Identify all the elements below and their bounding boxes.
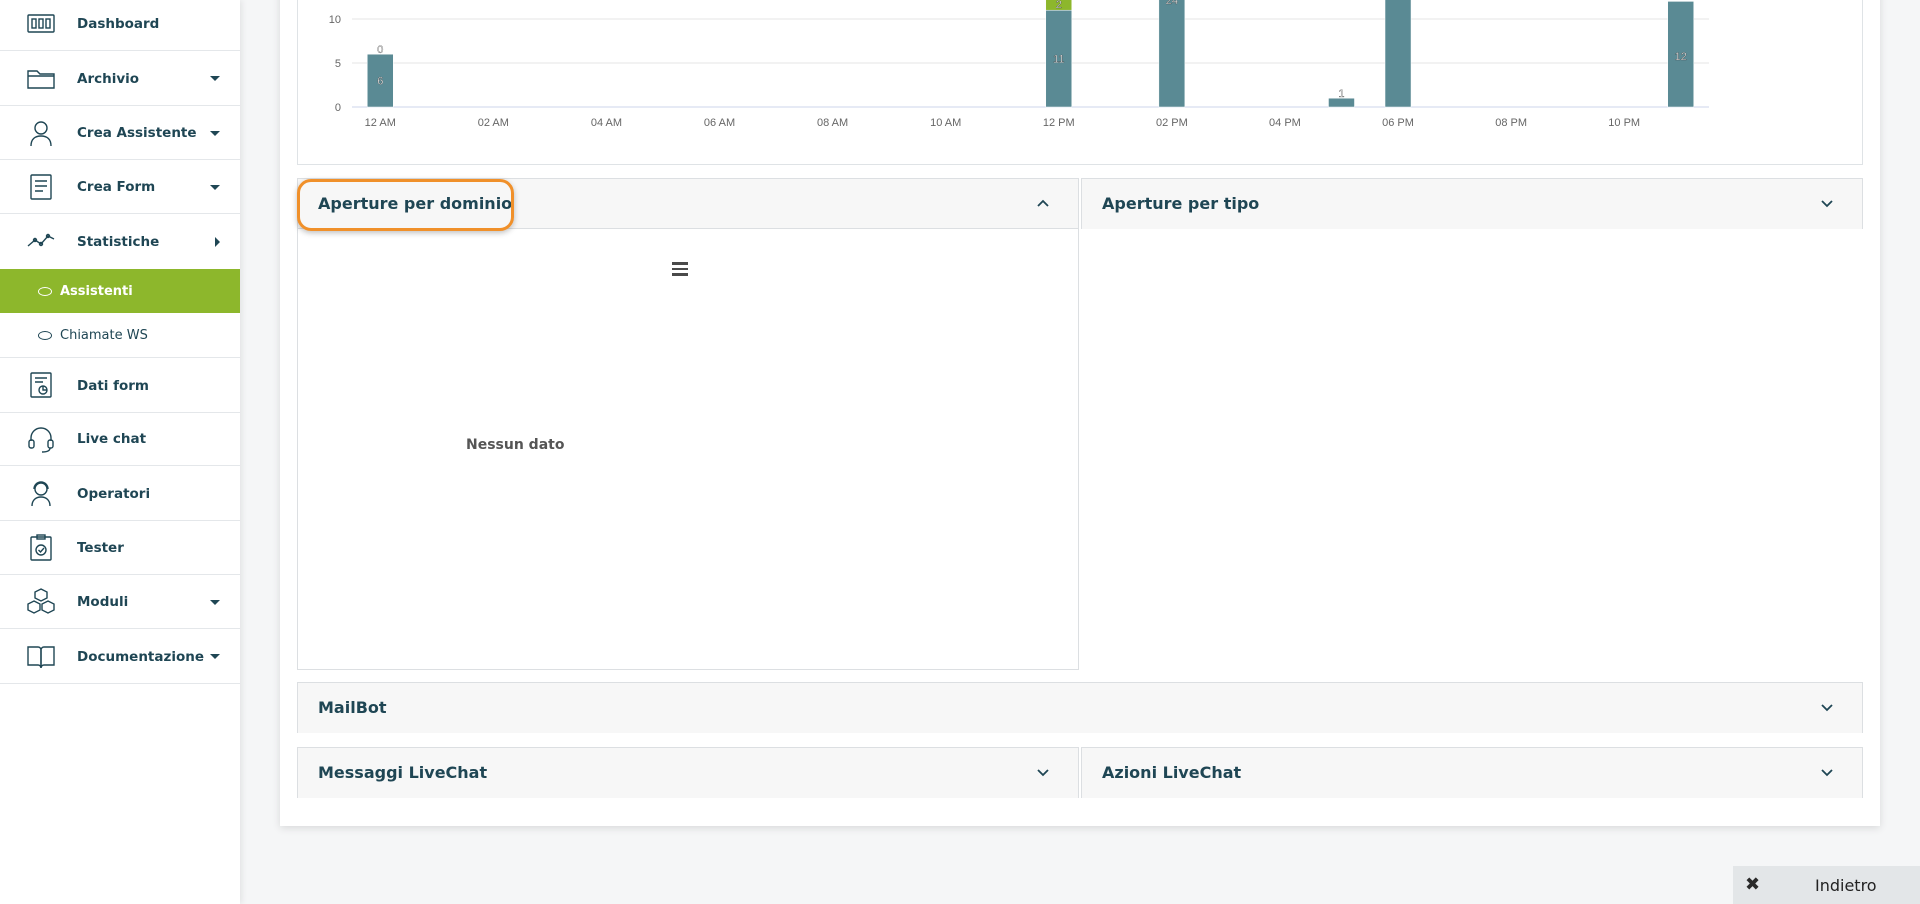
sidebar-item-tester[interactable]: Tester: [0, 521, 240, 575]
chevron-down-icon: [210, 76, 220, 81]
sidebar-item-label: Dati form: [77, 378, 149, 394]
y-tick-label: 5: [335, 58, 341, 70]
panel-mailbot: MailBot: [297, 682, 1863, 733]
sidebar-item-operatori[interactable]: Operatori: [0, 466, 240, 521]
panel-azioni-livechat: Azioni LiveChat: [1081, 747, 1863, 798]
panel-header-azioni-livechat[interactable]: Azioni LiveChat: [1082, 748, 1862, 798]
y-tick-label: 10: [329, 14, 341, 26]
form-data-icon: [26, 370, 56, 400]
dashboard-icon: [26, 9, 56, 39]
back-button[interactable]: Indietro: [1815, 876, 1877, 895]
bullet-icon: [38, 330, 52, 340]
sidebar-item-label: Crea Form: [77, 179, 156, 195]
panel-title: Azioni LiveChat: [1102, 763, 1242, 782]
back-bar: ✖ Indietro: [1733, 866, 1920, 904]
sidebar-item-moduli[interactable]: Moduli: [0, 575, 240, 629]
sidebar-item-crea-assistente[interactable]: Crea Assistente: [0, 106, 240, 160]
sidebar-subitem-label: Assistenti: [60, 283, 133, 299]
assistant-icon: [26, 118, 56, 148]
book-icon: [26, 641, 56, 671]
chevron-down-icon: [1037, 769, 1049, 777]
panel-title: Aperture per dominio: [318, 194, 513, 213]
bar-data-label: 11: [1053, 54, 1064, 66]
chevron-down-icon: [1821, 769, 1833, 777]
bullet-icon: [38, 286, 52, 296]
sidebar-item-live-chat[interactable]: Live chat: [0, 413, 240, 466]
x-tick-label: 04 PM: [1269, 117, 1301, 129]
sidebar-subitem-chiamate-ws[interactable]: Chiamate WS: [0, 313, 240, 358]
close-icon[interactable]: ✖: [1745, 874, 1760, 895]
sidebar-item-archivio[interactable]: Archivio: [0, 51, 240, 106]
chevron-right-icon: [215, 237, 220, 247]
bar-data-label: 1: [1338, 88, 1344, 100]
x-tick-label: 02 PM: [1156, 117, 1188, 129]
chart-menu-icon[interactable]: [672, 262, 688, 276]
sidebar-subitem-label: Chiamate WS: [60, 327, 148, 343]
sidebar-item-label: Moduli: [77, 594, 129, 610]
sidebar-item-label: Dashboard: [77, 16, 160, 32]
x-tick-label: 06 AM: [704, 117, 735, 129]
chevron-down-icon: [210, 654, 220, 659]
panel-header-aperture-tipo[interactable]: Aperture per tipo: [1082, 179, 1862, 229]
chevron-down-icon: [210, 131, 220, 136]
panel-title: Messaggi LiveChat: [318, 763, 488, 782]
form-icon: [26, 172, 56, 202]
sidebar-item-dati-form[interactable]: Dati form: [0, 358, 240, 413]
folder-icon: [26, 63, 56, 93]
x-tick-label: 08 AM: [817, 117, 848, 129]
sidebar-item-label: Operatori: [77, 486, 151, 502]
chevron-up-icon: [1037, 199, 1049, 207]
panel-title: Aperture per tipo: [1102, 194, 1260, 213]
bar-data-label: 6: [377, 76, 383, 88]
stats-icon: [26, 226, 56, 256]
chevron-down-icon: [1821, 704, 1833, 712]
sidebar-item-label: Tester: [77, 540, 124, 556]
sidebar-item-crea-form[interactable]: Crea Form: [0, 160, 240, 214]
bar-data-label: 24: [1166, 0, 1178, 7]
x-tick-label: 02 AM: [478, 117, 509, 129]
chart-bar[interactable]: [1384, 0, 1412, 108]
y-tick-label: 0: [335, 102, 341, 114]
panel-header-messaggi-livechat[interactable]: Messaggi LiveChat: [298, 748, 1078, 798]
bar-data-label: 2: [1056, 0, 1062, 11]
panel-aperture-dominio: Aperture per dominio: [297, 178, 1079, 670]
x-tick-label: 12 PM: [1043, 117, 1075, 129]
bar-data-label: 12: [1675, 51, 1687, 63]
panel-title: MailBot: [318, 698, 387, 717]
x-tick-label: 06 PM: [1382, 117, 1414, 129]
no-data-message: Nessun dato: [466, 437, 565, 453]
sidebar-item-label: Live chat: [77, 431, 147, 447]
operator-icon: [26, 478, 56, 508]
sidebar: Dashboard Archivio Crea Assistente Crea …: [0, 0, 240, 904]
x-tick-label: 10 AM: [930, 117, 961, 129]
sidebar-item-label: Archivio: [77, 71, 140, 87]
sidebar-item-statistiche[interactable]: Statistiche: [0, 214, 240, 269]
panel-messaggi-livechat: Messaggi LiveChat: [297, 747, 1079, 798]
hourly-opens-chart: 051012 AM 02 AM 04 AM 06 AM 08 AM 10 AM 12 PM 0…: [329, 0, 1709, 129]
sidebar-subitem-assistenti[interactable]: Assistenti: [0, 269, 240, 313]
x-tick-label: 10 PM: [1608, 117, 1640, 129]
panel-header-mailbot[interactable]: MailBot: [298, 683, 1862, 733]
tester-icon: [26, 533, 56, 563]
sidebar-item-label: Crea Assistente: [77, 125, 197, 141]
panel-header-aperture-dominio[interactable]: Aperture per dominio: [298, 179, 1078, 229]
x-tick-label: 04 AM: [591, 117, 622, 129]
chart-bar[interactable]: [1158, 0, 1186, 108]
chevron-down-icon: [210, 185, 220, 190]
x-tick-label: 12 AM: [365, 117, 396, 129]
headset-icon: [26, 424, 56, 454]
sidebar-item-label: Statistiche: [77, 234, 160, 250]
bar-data-label: 0: [377, 44, 383, 56]
modules-icon: [26, 587, 56, 617]
chevron-down-icon: [210, 600, 220, 605]
chevron-down-icon: [1821, 200, 1833, 208]
sidebar-item-label: Documentazione: [77, 649, 205, 665]
panel-aperture-tipo: Aperture per tipo: [1081, 178, 1863, 229]
x-tick-label: 08 PM: [1495, 117, 1527, 129]
sidebar-item-dashboard[interactable]: Dashboard: [0, 0, 240, 51]
sidebar-item-documentazione[interactable]: Documentazione: [0, 629, 240, 684]
